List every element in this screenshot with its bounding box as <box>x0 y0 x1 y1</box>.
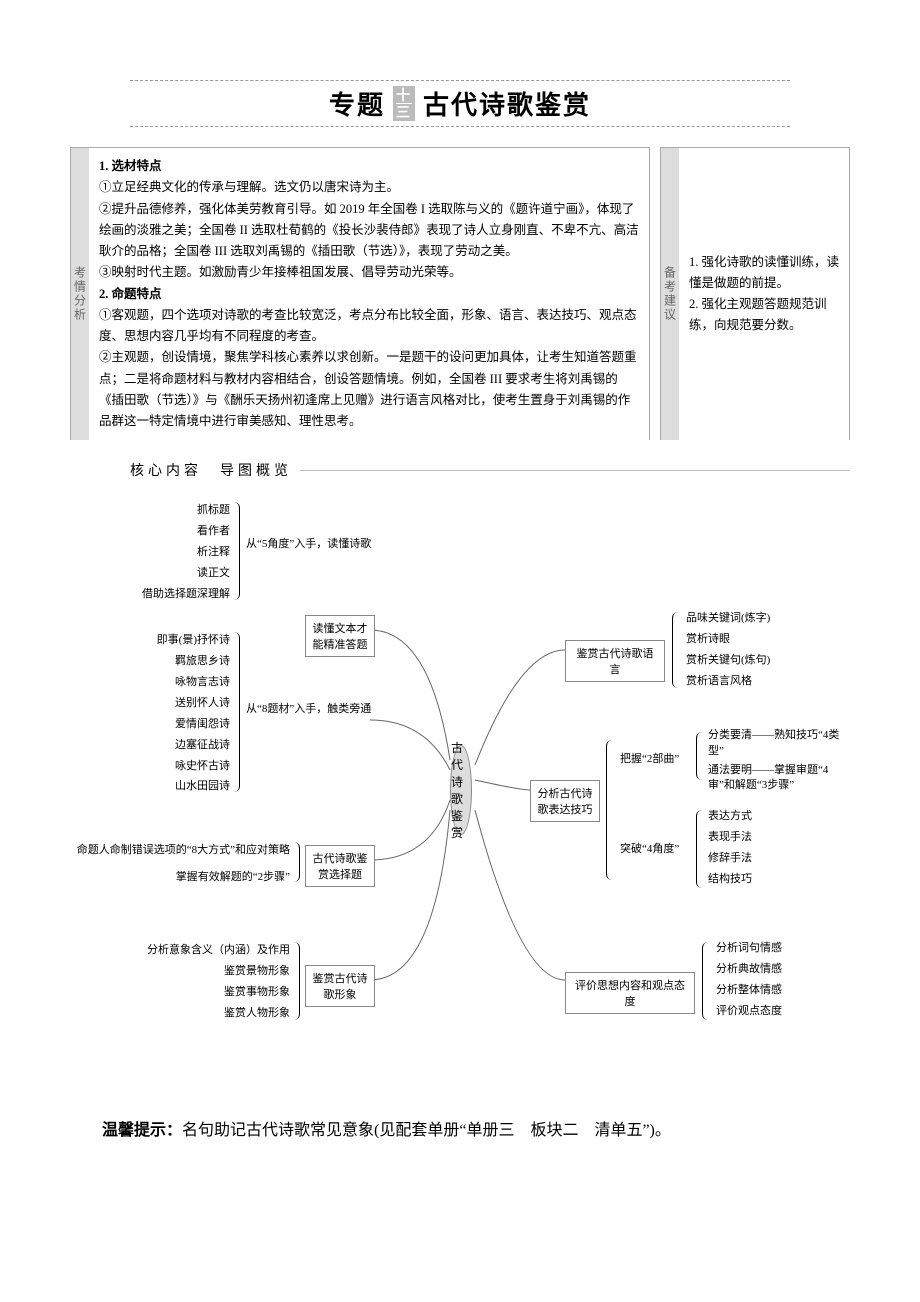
r3-c: 分析整体情感 <box>716 980 782 1001</box>
g4-c: 鉴赏事物形象 <box>90 982 290 1003</box>
g4-b: 鉴赏景物形象 <box>90 961 290 982</box>
g1-d: 读正文 <box>130 563 230 584</box>
r3-b: 分析典故情感 <box>716 959 782 980</box>
g4-a: 分析意象含义（内涵）及作用 <box>90 940 290 961</box>
center-node: 古代诗歌鉴赏 <box>450 745 472 835</box>
r3-d: 评价观点态度 <box>716 1001 782 1022</box>
title-topic: 专题 <box>329 85 385 122</box>
r1-lab: 鉴赏古代诗歌语言 <box>565 640 665 682</box>
g2-f: 边塞征战诗 <box>120 735 230 756</box>
page-title: 专题 十三 古代诗歌鉴赏 <box>70 80 850 127</box>
r2-c: 表达方式 <box>708 806 752 827</box>
analysis-h1: 1. 选材特点 <box>99 159 162 173</box>
r2-d: 表现手法 <box>708 827 752 848</box>
g1-lab: 从“5角度”入手，读懂诗歌 <box>246 535 326 551</box>
g2-h: 山水田园诗 <box>120 776 230 797</box>
section-heading: 核心内容 导图概览 <box>130 460 850 480</box>
r1-b: 赏析诗眼 <box>686 629 770 650</box>
analysis-p4: ①客观题，四个选项对诗歌的考查比较宽泛，考点分布比较全面，形象、语言、表达技巧、… <box>99 305 639 348</box>
r2-a: 分类要清——熟知技巧“4类型” <box>708 728 848 759</box>
r1-a: 品味关键词(炼字) <box>686 608 770 629</box>
g1-e: 借助选择题深理解 <box>130 584 230 605</box>
r2-b: 通法要明——掌握审题“4审”和解题“3步骤” <box>708 763 848 794</box>
mid-b: 古代诗歌鉴赏选择题 <box>305 845 375 887</box>
r2-f: 结构技巧 <box>708 869 752 890</box>
g1-a: 抓标题 <box>130 500 230 521</box>
g2-d: 送别怀人诗 <box>120 693 230 714</box>
title-subject: 古代诗歌鉴赏 <box>423 85 591 122</box>
title-number-icon: 十三 <box>393 86 415 121</box>
footer-text: 名句助记古代诗歌常见意象(见配套单册“单册三 板块二 清单五”)。 <box>182 1122 671 1139</box>
analysis-panel: 考情分析 1. 选材特点 ①立足经典文化的传承与理解。选文仍以唐宋诗为主。 ②提… <box>70 147 650 440</box>
analysis-label: 考情分析 <box>71 148 89 440</box>
suggest-label: 备考建议 <box>661 148 679 440</box>
analysis-p5: ②主观题，创设情境，聚焦学科核心素养以求创新。一是题干的设问更加具体，让考生知道… <box>99 347 639 432</box>
suggest-1: 1. 强化诗歌的读懂训练，读懂是做题的前提。 <box>689 252 839 295</box>
info-row: 考情分析 1. 选材特点 ①立足经典文化的传承与理解。选文仍以唐宋诗为主。 ②提… <box>70 147 850 440</box>
suggest-panel: 备考建议 1. 强化诗歌的读懂训练，读懂是做题的前提。 2. 强化主观题答题规范… <box>660 147 850 440</box>
analysis-p2: ②提升品德修养，强化体美劳教育引导。如 2019 年全国卷 I 选取陈与义的《题… <box>99 199 639 263</box>
r2-lab: 分析古代诗歌表达技巧 <box>530 780 600 822</box>
r2-s1: 把握“2部曲” <box>620 750 679 766</box>
g1-c: 析注释 <box>130 542 230 563</box>
mindmap-diagram: 抓标题 看作者 析注释 读正文 借助选择题深理解 从“5角度”入手，读懂诗歌 即… <box>70 490 850 1090</box>
r1-c: 赏析关键句(炼句) <box>686 650 770 671</box>
mid-c: 鉴赏古代诗歌形象 <box>305 965 375 1007</box>
r1-d: 赏析语言风格 <box>686 671 770 692</box>
g2-g: 咏史怀古诗 <box>120 756 230 777</box>
analysis-p1: ①立足经典文化的传承与理解。选文仍以唐宋诗为主。 <box>99 177 639 198</box>
g2-b: 羁旅思乡诗 <box>120 651 230 672</box>
mid-a: 读懂文本才能精准答题 <box>305 615 375 657</box>
g1-b: 看作者 <box>130 521 230 542</box>
analysis-h2: 2. 命题特点 <box>99 287 162 301</box>
g4-d: 鉴赏人物形象 <box>90 1003 290 1024</box>
g2-a: 即事(景)抒怀诗 <box>120 630 230 651</box>
r3-lab: 评价思想内容和观点态度 <box>565 972 695 1014</box>
analysis-p3: ③映射时代主题。如激励青少年接棒祖国发展、倡导劳动光荣等。 <box>99 262 639 283</box>
g3-b: 掌握有效解题的“2步骤” <box>70 867 290 888</box>
r3-a: 分析词句情感 <box>716 938 782 959</box>
r2-e: 修辞手法 <box>708 848 752 869</box>
g2-c: 咏物言志诗 <box>120 672 230 693</box>
footer-tip: 温馨提示：名句助记古代诗歌常见意象(见配套单册“单册三 板块二 清单五”)。 <box>70 1115 850 1147</box>
r2-s2: 突破“4角度” <box>620 840 679 856</box>
footer-bold: 温馨提示： <box>102 1122 182 1139</box>
g2-lab: 从“8题材”入手，触类旁通 <box>246 700 326 716</box>
suggest-2: 2. 强化主观题答题规范训练，向规范要分数。 <box>689 294 839 337</box>
g2-e: 爱情闺怨诗 <box>120 714 230 735</box>
g3-a: 命题人命制错误选项的“8大方式”和应对策略 <box>70 840 290 861</box>
